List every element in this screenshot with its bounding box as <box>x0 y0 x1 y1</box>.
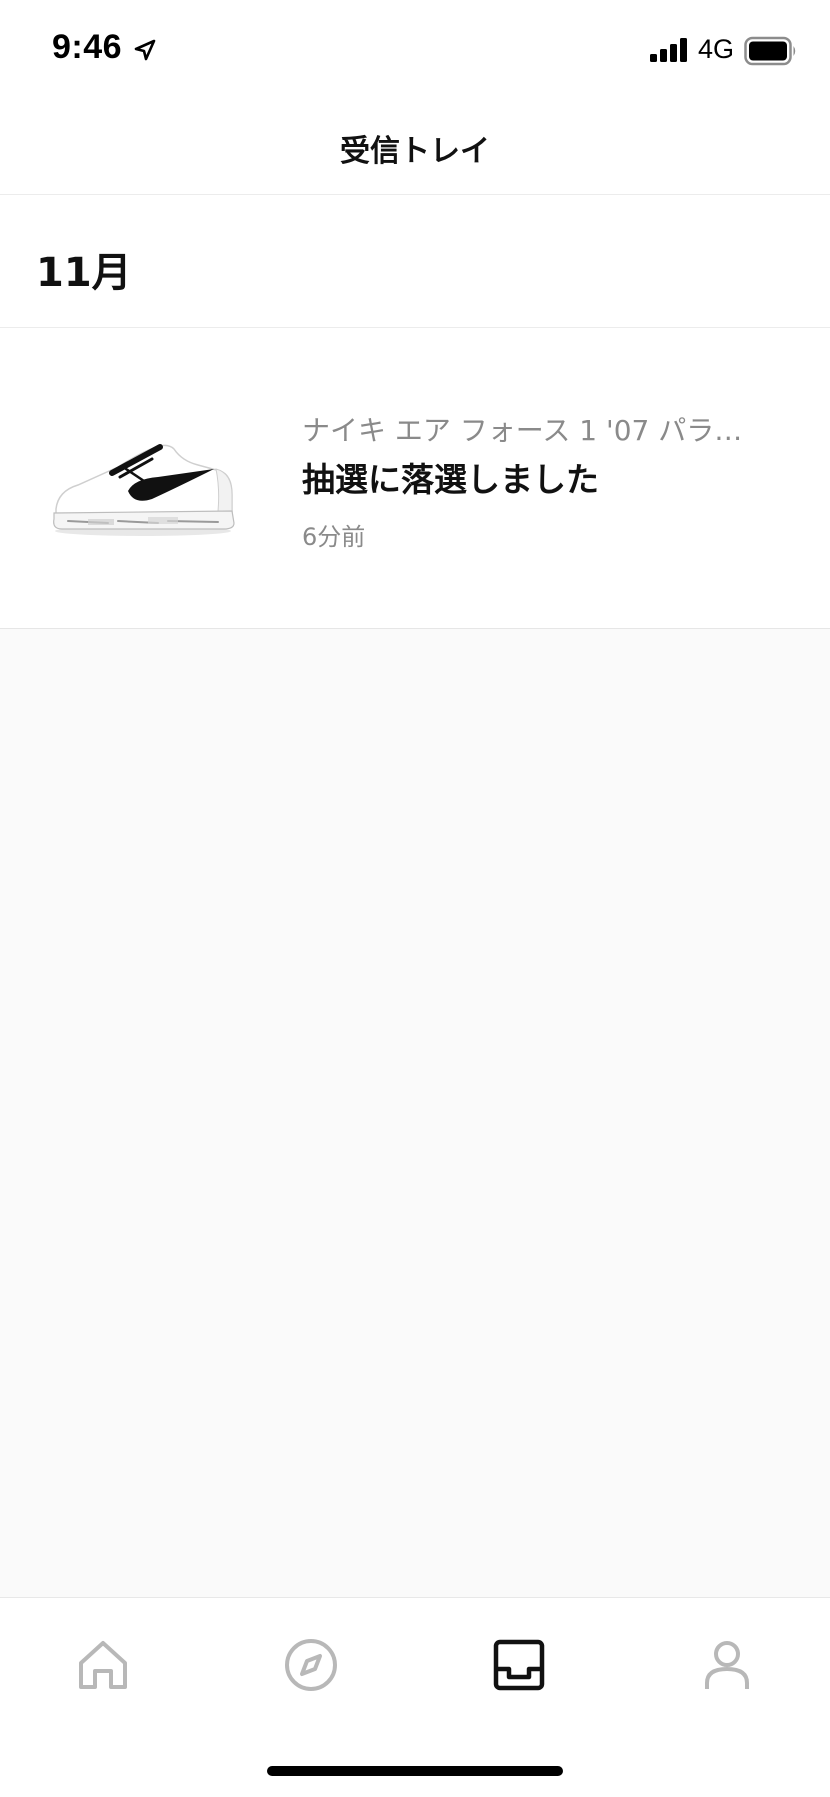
item-timestamp: 6分前 <box>302 523 366 551</box>
tab-inbox[interactable] <box>484 1630 554 1700</box>
battery-full-icon <box>744 36 798 66</box>
profile-icon <box>699 1637 755 1693</box>
tab-profile[interactable] <box>692 1630 762 1700</box>
inbox-empty-area <box>0 629 830 1597</box>
section-title: 11月 <box>36 250 132 296</box>
tab-discover[interactable] <box>276 1630 346 1700</box>
status-bar: 9:46 4G <box>0 0 830 100</box>
location-arrow-icon <box>132 38 158 64</box>
item-message-title: 抽選に落選しました <box>302 460 599 499</box>
month-section-header: 11月 <box>0 196 830 328</box>
signal-bars-icon <box>650 38 690 62</box>
compass-icon <box>283 1637 339 1693</box>
item-product-name: ナイキ エア フォース 1 '07 パラ… <box>302 414 743 447</box>
bottom-tab-bar <box>0 1597 830 1797</box>
page-title: 受信トレイ <box>340 134 490 169</box>
home-indicator[interactable] <box>267 1766 563 1776</box>
home-icon <box>75 1637 131 1693</box>
sneaker-thumbnail <box>48 439 238 539</box>
network-type: 4G <box>698 34 735 64</box>
navigation-header: 受信トレイ <box>0 100 830 195</box>
tab-home[interactable] <box>68 1630 138 1700</box>
inbox-icon <box>491 1637 547 1693</box>
inbox-notification-item[interactable]: ナイキ エア フォース 1 '07 パラ… 抽選に落選しました 6分前 <box>0 329 830 629</box>
status-time: 9:46 <box>52 28 123 66</box>
